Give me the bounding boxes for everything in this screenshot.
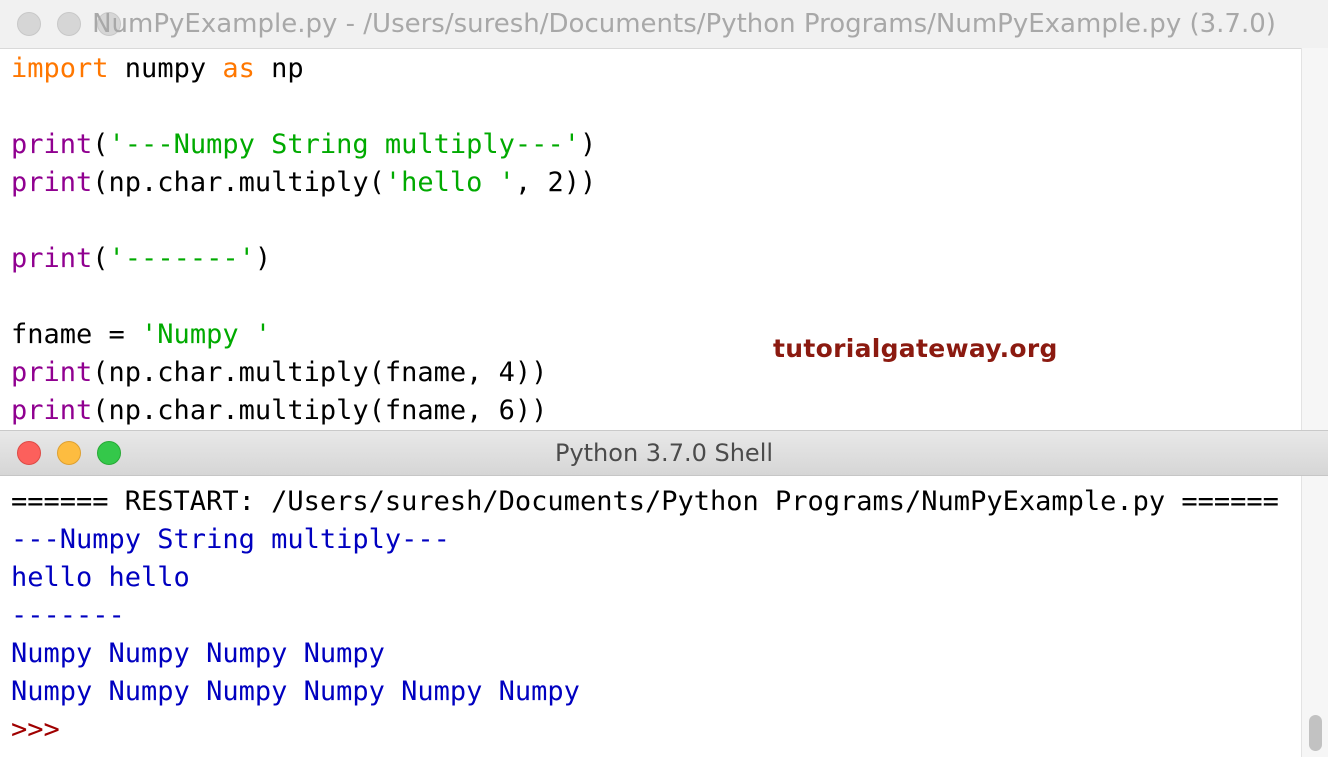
shell-line: Numpy Numpy Numpy Numpy (11, 635, 1279, 673)
code-line: print('-------') (11, 240, 596, 278)
code-token: Numpy Numpy Numpy Numpy (11, 638, 385, 669)
shell-title: Python 3.7.0 Shell (554, 439, 774, 467)
code-token: ====== RESTART: /Users/suresh/Documents/… (11, 486, 1279, 517)
shell-line: ------- (11, 597, 1279, 635)
code-token: ---Numpy String multiply--- (11, 524, 450, 555)
code-line: import numpy as np (11, 50, 596, 88)
code-token: Numpy Numpy Numpy Numpy Numpy Numpy (11, 676, 580, 707)
editor-scrollbar[interactable] (1301, 48, 1328, 430)
code-token: ) (254, 243, 272, 274)
shell-output-area[interactable]: ====== RESTART: /Users/suresh/Documents/… (11, 483, 1279, 749)
shell-line: hello hello (11, 559, 1279, 597)
code-token: ( (92, 243, 109, 274)
code-token: hello hello (11, 562, 190, 593)
code-token: ------- (11, 600, 125, 631)
shell-window: Python 3.7.0 Shell ====== RESTART: /User… (0, 430, 1328, 757)
scrollbar-thumb[interactable] (1309, 715, 1322, 751)
code-line: print(np.char.multiply('hello ', 2)) (11, 164, 596, 202)
code-token: (np.char.multiply(fname, 4)) (92, 357, 548, 388)
code-token: print (11, 167, 93, 198)
shell-titlebar[interactable]: Python 3.7.0 Shell (0, 431, 1328, 476)
code-token: (np.char.multiply(fname, 6)) (92, 395, 548, 426)
code-token: print (11, 395, 93, 426)
watermark-text: tutorialgateway.org (773, 334, 1058, 363)
code-token: print (11, 243, 93, 274)
code-token: >>> (11, 714, 77, 745)
code-token: ) (579, 129, 597, 160)
shell-line: ====== RESTART: /Users/suresh/Documents/… (11, 483, 1279, 521)
code-token: 'hello ' (384, 167, 515, 198)
code-token: np (254, 53, 304, 84)
code-line: print(np.char.multiply(fname, 4)) (11, 354, 596, 392)
code-token: ( (92, 129, 109, 160)
code-token: import (11, 53, 109, 84)
code-line: fname = 'Numpy ' (11, 316, 596, 354)
code-token: '-------' (108, 243, 255, 274)
editor-window: NumPyExample.py - /Users/suresh/Document… (0, 0, 1328, 430)
code-token: , 2)) (514, 167, 597, 198)
code-line: print(np.char.multiply(fname, 6)) (11, 392, 596, 430)
editor-title: NumPyExample.py - /Users/suresh/Document… (92, 9, 1276, 39)
code-line: print('---Numpy String multiply---') (11, 126, 596, 164)
code-token: print (11, 129, 93, 160)
code-token: (np.char.multiply( (92, 167, 385, 198)
code-token: 'Numpy ' (141, 319, 272, 350)
shell-line: ---Numpy String multiply--- (11, 521, 1279, 559)
shell-line: >>> (11, 711, 1279, 749)
code-token: as (222, 53, 255, 84)
code-token: fname = (11, 319, 142, 350)
code-token: print (11, 357, 93, 388)
editor-code-area[interactable]: import numpy as np print('---Numpy String… (11, 50, 596, 430)
editor-titlebar[interactable]: NumPyExample.py - /Users/suresh/Document… (0, 0, 1328, 49)
code-token: '---Numpy String multiply---' (108, 129, 580, 160)
shell-line: Numpy Numpy Numpy Numpy Numpy Numpy (11, 673, 1279, 711)
code-token: numpy (108, 53, 223, 84)
shell-scrollbar[interactable] (1301, 476, 1328, 757)
